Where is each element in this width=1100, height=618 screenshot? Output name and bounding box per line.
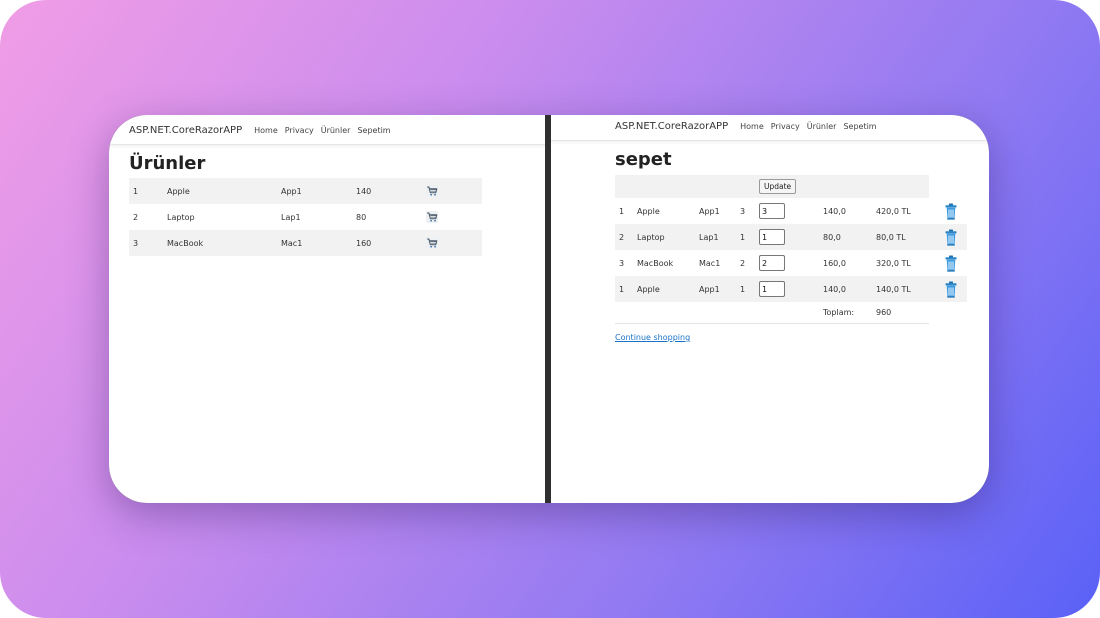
shopping-cart-icon [425,210,439,224]
item-id: 2 [619,232,625,242]
item-id: 1 [619,284,625,294]
page-title: Ürünler [129,153,206,174]
nav-home[interactable]: Home [740,122,764,131]
product-code: Lap1 [281,212,301,222]
product-code: Mac1 [281,238,303,248]
nav-urunler[interactable]: Ürünler [321,126,351,135]
quantity-input[interactable] [759,229,785,245]
product-price: 140 [356,186,372,196]
trash-icon [945,229,957,246]
item-unit-price: 140,0 [823,206,846,216]
item-quantity: 3 [740,206,746,216]
brand-link[interactable]: ASP.NET.CoreRazorAPP [129,125,242,136]
background-canvas: ASP.NET.CoreRazorAPP Home Privacy Ürünle… [0,0,1100,618]
table-row: 2 Laptop Lap1 1 80,0 80,0 TL [615,224,967,250]
total-value: 960 [876,308,892,317]
item-unit-price: 160,0 [823,258,846,268]
table-header: Update [615,175,929,198]
shopping-cart-icon [425,236,439,250]
add-to-cart-button[interactable] [417,236,447,250]
delete-item-button[interactable] [935,229,967,246]
nav-privacy[interactable]: Privacy [285,126,314,135]
product-name: Apple [167,186,190,196]
screenshot-frame: ASP.NET.CoreRazorAPP Home Privacy Ürünle… [109,115,989,503]
page-title: sepet [615,149,672,170]
item-total: 80,0 TL [876,232,906,242]
item-name: Laptop [637,232,665,242]
item-id: 3 [619,258,625,268]
quantity-input[interactable] [759,281,785,297]
item-quantity: 1 [740,284,746,294]
nav-sepetim[interactable]: Sepetim [843,122,876,131]
navbar: ASP.NET.CoreRazorAPP Home Privacy Ürünle… [551,115,989,141]
item-name: Apple [637,284,660,294]
trash-icon [945,281,957,298]
delete-item-button[interactable] [935,281,967,298]
nav-sepetim[interactable]: Sepetim [357,126,390,135]
item-unit-price: 80,0 [823,232,841,242]
trash-icon [945,255,957,272]
nav-privacy[interactable]: Privacy [771,122,800,131]
item-unit-price: 140,0 [823,284,846,294]
item-total: 140,0 TL [876,284,911,294]
continue-shopping-link[interactable]: Continue shopping [615,333,967,342]
table-row: 3 MacBook Mac1 2 160,0 320,0 TL [615,250,967,276]
basket-table: Update 1 Apple App1 3 140,0 420,0 TL [615,175,967,342]
table-row: 2 Laptop Lap1 80 [129,204,482,230]
products-page: ASP.NET.CoreRazorAPP Home Privacy Ürünle… [109,115,545,503]
navbar: ASP.NET.CoreRazorAPP Home Privacy Ürünle… [109,117,545,145]
products-table: 1 Apple App1 140 2 Laptop Lap1 80 3 MacB… [129,178,482,256]
update-button[interactable]: Update [759,179,797,194]
table-row: 1 Apple App1 3 140,0 420,0 TL [615,198,967,224]
add-to-cart-button[interactable] [417,184,447,198]
item-code: Mac1 [699,258,721,268]
table-row: 3 MacBook Mac1 160 [129,230,482,256]
basket-page: ASP.NET.CoreRazorAPP Home Privacy Ürünle… [551,115,989,503]
product-code: App1 [281,186,302,196]
shopping-cart-icon [425,184,439,198]
delete-item-button[interactable] [935,203,967,220]
nav-urunler[interactable]: Ürünler [807,122,837,131]
item-total: 420,0 TL [876,206,911,216]
product-id: 1 [133,186,139,196]
trash-icon [945,203,957,220]
product-id: 2 [133,212,139,222]
product-name: Laptop [167,212,195,222]
item-name: MacBook [637,258,674,268]
item-name: Apple [637,206,660,216]
product-name: MacBook [167,238,204,248]
product-price: 160 [356,238,372,248]
add-to-cart-button[interactable] [417,210,447,224]
product-price: 80 [356,212,367,222]
quantity-input[interactable] [759,255,785,271]
table-row: 1 Apple App1 140 [129,178,482,204]
quantity-input[interactable] [759,203,785,219]
brand-link[interactable]: ASP.NET.CoreRazorAPP [615,121,728,132]
nav-home[interactable]: Home [254,126,278,135]
item-total: 320,0 TL [876,258,911,268]
item-quantity: 2 [740,258,746,268]
item-quantity: 1 [740,232,746,242]
item-id: 1 [619,206,625,216]
item-code: Lap1 [699,232,719,242]
table-row: 1 Apple App1 1 140,0 140,0 TL [615,276,967,302]
total-label: Toplam: [823,308,855,317]
item-code: App1 [699,206,720,216]
delete-item-button[interactable] [935,255,967,272]
product-id: 3 [133,238,139,248]
table-footer: Toplam: 960 [615,302,929,324]
item-code: App1 [699,284,720,294]
